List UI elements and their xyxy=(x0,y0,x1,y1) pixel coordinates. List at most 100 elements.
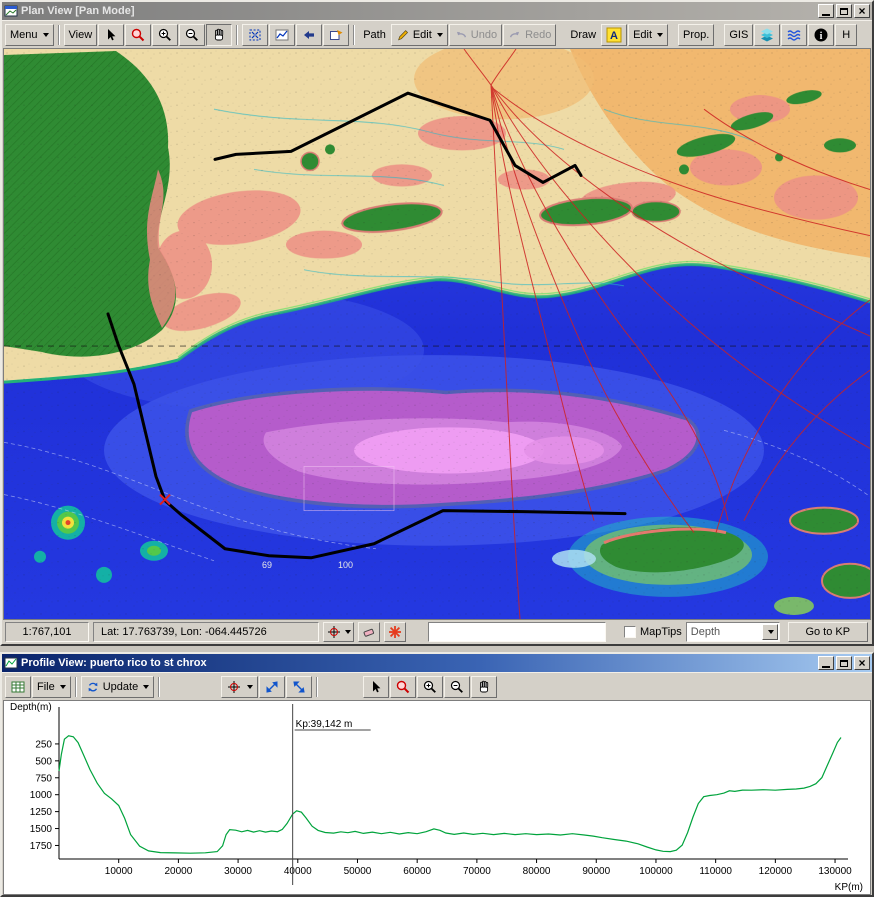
data-table-button[interactable] xyxy=(5,676,31,698)
gis-layers-button[interactable] xyxy=(754,24,780,46)
maximize-button[interactable] xyxy=(836,4,852,18)
x-tick-label: 80000 xyxy=(523,866,551,877)
zoom-window-button[interactable] xyxy=(125,24,151,46)
separator xyxy=(58,25,60,45)
zoom-in-button[interactable] xyxy=(417,676,443,698)
refresh-icon xyxy=(86,680,100,694)
redo-button[interactable]: Redo xyxy=(503,24,556,46)
zoom-in-icon xyxy=(422,679,438,695)
command-input[interactable] xyxy=(428,622,606,642)
show-profile-button[interactable] xyxy=(269,24,295,46)
draw-edit-button[interactable]: Edit xyxy=(628,24,668,46)
info-button[interactable]: i xyxy=(808,24,834,46)
view-button[interactable]: View xyxy=(64,24,98,46)
close-button[interactable]: × xyxy=(854,4,870,18)
zoom-extents-button[interactable] xyxy=(242,24,268,46)
chevron-down-icon xyxy=(345,630,351,634)
eraser-icon xyxy=(361,624,377,640)
plan-statusbar: 1:767,101 Lat: 17.763739, Lon: -064.4457… xyxy=(2,620,872,644)
help-button[interactable]: H xyxy=(835,24,857,46)
maptips-checkbox[interactable] xyxy=(624,626,636,638)
separator xyxy=(353,25,355,45)
zoom-out-button[interactable] xyxy=(179,24,205,46)
table-icon xyxy=(10,679,26,695)
go-to-kp-label: Go to KP xyxy=(805,626,850,638)
y-tick-label: 750 xyxy=(35,773,52,784)
update-button[interactable]: Update xyxy=(81,676,154,698)
maximize-button[interactable] xyxy=(836,656,852,670)
depth-profile-line xyxy=(59,736,841,853)
highlight-point-button[interactable] xyxy=(384,622,406,642)
separator xyxy=(236,25,238,45)
svg-text:A: A xyxy=(610,30,618,42)
maximize-icon xyxy=(840,8,848,15)
profile-view-window: Profile View: puerto rico to st chrox × … xyxy=(0,652,874,897)
undo-button[interactable]: Undo xyxy=(449,24,502,46)
separator xyxy=(158,677,160,697)
profile-marker-button[interactable] xyxy=(221,676,258,698)
draw-label: Draw xyxy=(566,29,600,41)
x-tick-label: 130000 xyxy=(818,866,852,877)
chevron-down-icon xyxy=(143,685,149,689)
select-cursor-button[interactable] xyxy=(98,24,124,46)
fit-vertical-button[interactable] xyxy=(286,676,312,698)
chevron-down-icon xyxy=(768,630,774,634)
y-tick-label: 500 xyxy=(35,756,52,767)
dropdown-button[interactable] xyxy=(762,624,778,640)
previous-view-button[interactable] xyxy=(296,24,322,46)
zoom-out-button[interactable] xyxy=(444,676,470,698)
plan-map-canvas[interactable]: 69 100 xyxy=(4,49,870,619)
send-view-button[interactable] xyxy=(323,24,349,46)
crosshair-icon xyxy=(226,679,242,695)
map-scale-readout: 1:767,101 xyxy=(5,622,89,642)
path-edit-label: Edit xyxy=(413,29,432,41)
place-marker-button[interactable] xyxy=(323,622,354,642)
maptips-field-dropdown[interactable]: Depth xyxy=(686,622,780,642)
profile-chart-area[interactable]: 2505007501000125015001750100002000030000… xyxy=(3,700,871,895)
chevron-down-icon xyxy=(43,33,49,37)
undo-arrow-icon xyxy=(454,28,468,42)
pan-hand-icon xyxy=(476,679,492,695)
fit-extents-button[interactable] xyxy=(259,676,285,698)
profile-toolbar: File Update xyxy=(2,672,872,700)
bathymetry-button[interactable] xyxy=(781,24,807,46)
route-kp-label-69: 69 xyxy=(262,560,272,570)
send-view-icon xyxy=(328,27,344,43)
zoom-window-icon xyxy=(130,27,146,43)
properties-label: Prop. xyxy=(683,29,709,41)
erase-marker-button[interactable] xyxy=(358,622,380,642)
plan-toolbar: Menu View Path xyxy=(2,20,872,48)
go-to-kp-button[interactable]: Go to KP xyxy=(788,622,868,642)
properties-button[interactable]: Prop. xyxy=(678,24,714,46)
x-tick-label: 50000 xyxy=(344,866,372,877)
gis-button[interactable]: GIS xyxy=(724,24,753,46)
map-area[interactable]: 69 100 xyxy=(3,48,871,620)
maximize-icon xyxy=(840,660,848,667)
update-label: Update xyxy=(103,681,138,693)
chevron-down-icon xyxy=(60,685,66,689)
profile-plot-canvas[interactable]: 2505007501000125015001750100002000030000… xyxy=(4,701,870,894)
path-edit-button[interactable]: Edit xyxy=(391,24,448,46)
plan-view-titlebar[interactable]: Plan View [Pan Mode] × xyxy=(2,2,872,20)
waves-icon xyxy=(786,27,802,43)
soundings-texture xyxy=(4,49,870,619)
select-cursor-button[interactable] xyxy=(363,676,389,698)
arrow-left-icon xyxy=(301,27,317,43)
minimize-button[interactable] xyxy=(818,656,834,670)
pan-tool-button[interactable] xyxy=(206,24,232,46)
pan-tool-button[interactable] xyxy=(471,676,497,698)
close-button[interactable]: × xyxy=(854,656,870,670)
kp-axis-label: KP(m) xyxy=(833,882,865,893)
zoom-in-button[interactable] xyxy=(152,24,178,46)
plan-view-window: Plan View [Pan Mode] × Menu View xyxy=(0,0,874,646)
profile-view-titlebar[interactable]: Profile View: puerto rico to st chrox × xyxy=(2,654,872,672)
file-menu-button[interactable]: File xyxy=(32,676,71,698)
minimize-button[interactable] xyxy=(818,4,834,18)
zoom-window-button[interactable] xyxy=(390,676,416,698)
burst-icon xyxy=(387,624,403,640)
y-tick-label: 1250 xyxy=(30,807,53,818)
draw-edit-label: Edit xyxy=(633,29,652,41)
annotate-button[interactable]: A xyxy=(601,24,627,46)
cursor-arrow-icon xyxy=(103,27,119,43)
menu-button[interactable]: Menu xyxy=(5,24,54,46)
